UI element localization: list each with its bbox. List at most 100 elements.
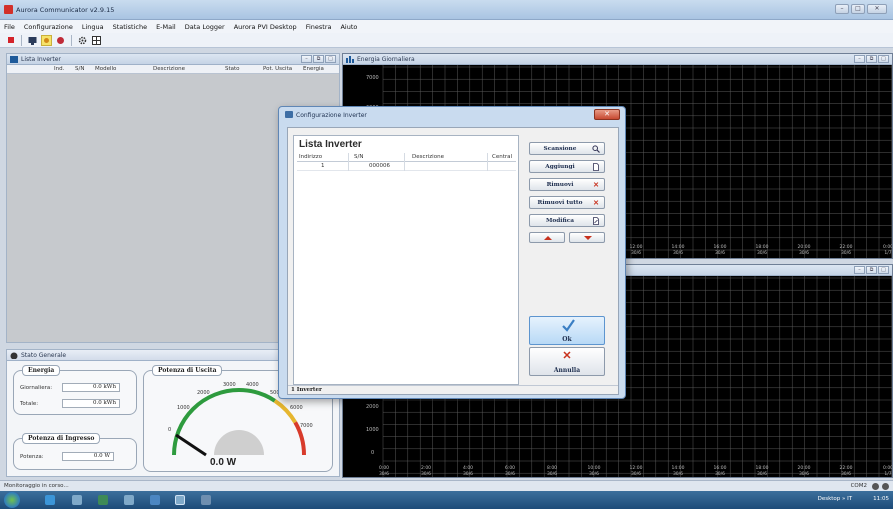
col-stato[interactable]: Stato xyxy=(225,66,240,72)
column-divider xyxy=(487,153,488,171)
panel-minimize-button[interactable]: – xyxy=(854,55,865,63)
start-button[interactable] xyxy=(4,492,20,508)
menu-finestra[interactable]: Finestra xyxy=(306,23,332,31)
monitor-button[interactable] xyxy=(27,35,38,46)
x-tick-label: 16:00 xyxy=(714,465,727,471)
energia-group-title: Energia xyxy=(22,365,61,376)
bottom-panel-controls: – ⧉ □ xyxy=(854,266,889,274)
modifica-button[interactable]: Modifica xyxy=(529,214,605,227)
menu-statistiche[interactable]: Statistiche xyxy=(113,23,147,31)
window-title: Aurora Communicator v2.9.15 xyxy=(16,6,115,14)
rimuovi-tutto-button[interactable]: Rimuovi tutto ✕ xyxy=(529,196,605,209)
col-indirizzo[interactable]: Indirizzo xyxy=(299,154,322,160)
language-indicator[interactable]: IT xyxy=(847,496,852,502)
col-central[interactable]: Central xyxy=(492,154,512,160)
menu-aiuto[interactable]: Aiuto xyxy=(340,23,357,31)
dialog-title-bar: Configurazione Inverter ✕ xyxy=(279,107,625,123)
dialog-body: Lista Inverter Indirizzo S/N Descrizione… xyxy=(287,127,619,395)
x-subtick-label: 30/6 xyxy=(379,471,389,477)
grid-icon xyxy=(92,35,101,45)
panel-maximize-button[interactable]: □ xyxy=(878,266,889,274)
x-tick-label: 14:00 xyxy=(672,244,685,250)
x-tick-label: 12:00 xyxy=(630,465,643,471)
move-up-button[interactable] xyxy=(529,232,565,243)
col-descrizione[interactable]: Descrizione xyxy=(153,66,185,72)
cell-indirizzo: 1 xyxy=(321,163,325,169)
x-tick-label: 18:00 xyxy=(756,465,769,471)
potenza-ingresso-field: 0.0 W xyxy=(62,452,114,461)
app-icon[interactable] xyxy=(150,495,160,505)
panel-restore-button[interactable]: ⧉ xyxy=(313,55,324,63)
y-tick-label: 2000 xyxy=(366,404,379,410)
scansione-button[interactable]: Scansione xyxy=(529,142,605,155)
ok-button[interactable]: Ok xyxy=(529,316,605,345)
dialog-title: Configurazione Inverter xyxy=(296,112,367,119)
menu-email[interactable]: E-Mail xyxy=(156,23,176,31)
window-controls: – □ ✕ xyxy=(835,4,887,14)
col-pot-uscita[interactable]: Pot. Uscita xyxy=(263,66,292,72)
col-energia[interactable]: Energia xyxy=(303,66,324,72)
app-icon[interactable] xyxy=(98,495,108,505)
totale-label: Totale: xyxy=(20,401,39,407)
x-subtick-label: 30/6 xyxy=(589,471,599,477)
grid-button[interactable] xyxy=(91,35,102,46)
menu-lingua[interactable]: Lingua xyxy=(82,23,104,31)
rimuovi-button[interactable]: Rimuovi ✕ xyxy=(529,178,605,191)
panel-minimize-button[interactable]: – xyxy=(301,55,312,63)
potenza-ingresso-title: Potenza di Ingresso xyxy=(22,433,101,444)
move-down-button[interactable] xyxy=(569,232,605,243)
potenza-ingresso-label: Potenza: xyxy=(20,454,44,460)
panel-maximize-button[interactable]: □ xyxy=(325,55,336,63)
config-button[interactable] xyxy=(41,34,52,46)
checkmark-icon xyxy=(562,319,575,332)
x-subtick-label: 30/6 xyxy=(757,471,767,477)
close-button[interactable]: ✕ xyxy=(867,4,887,14)
explorer-icon[interactable] xyxy=(72,495,82,505)
menu-aurora-pvi-desktop[interactable]: Aurora PVI Desktop xyxy=(234,23,297,31)
configurazione-inverter-dialog: Configurazione Inverter ✕ Lista Inverter… xyxy=(278,106,626,399)
giornaliera-field: 0.0 kWh xyxy=(62,383,120,392)
desktop-toolbar-label[interactable]: Desktop xyxy=(818,496,841,502)
x-subtick-label: 30/6 xyxy=(547,471,557,477)
x-subtick-label: 30/6 xyxy=(673,250,683,256)
app-icon[interactable] xyxy=(124,495,134,505)
x-subtick-label: 30/6 xyxy=(463,471,473,477)
annulla-button[interactable]: ✕ Annulla xyxy=(529,347,605,376)
dialog-button-panel: Scansione Aggiungi Rimuovi ✕ Rimuovi tut… xyxy=(525,130,614,376)
inverter-count: 1 Inverter xyxy=(288,385,618,395)
menu-file[interactable]: File xyxy=(4,23,15,31)
col-sn[interactable]: S/N xyxy=(354,154,363,160)
x-subtick-label: 30/6 xyxy=(841,471,851,477)
aurora-taskbar-icon[interactable] xyxy=(175,495,185,505)
menu-configurazione[interactable]: Configurazione xyxy=(24,23,73,31)
lista-column-header: Ind. S/N Modello Descrizione Stato Pot. … xyxy=(7,65,339,74)
remove-icon: ✕ xyxy=(593,180,599,189)
col-descrizione[interactable]: Descrizione xyxy=(412,154,444,160)
ie-icon[interactable] xyxy=(45,495,55,505)
inverter-list-icon xyxy=(10,56,18,63)
panel-maximize-button[interactable]: □ xyxy=(878,55,889,63)
record-button[interactable] xyxy=(55,35,66,46)
maximize-button[interactable]: □ xyxy=(851,4,865,14)
panel-minimize-button[interactable]: – xyxy=(854,266,865,274)
menu-data-logger[interactable]: Data Logger xyxy=(185,23,225,31)
col-sn[interactable]: S/N xyxy=(75,66,84,72)
x-subtick-label: 30/6 xyxy=(631,250,641,256)
modifica-label: Modifica xyxy=(545,218,575,224)
table-row[interactable]: 1 000006 xyxy=(297,162,516,171)
panel-restore-button[interactable]: ⧉ xyxy=(866,55,877,63)
energia-panel-controls: – ⧉ □ xyxy=(854,55,889,63)
clock[interactable]: 11:05 xyxy=(873,496,889,502)
settings-button[interactable] xyxy=(77,35,88,46)
energia-group: Energia Giornaliera: 0.0 kWh Totale: 0.0… xyxy=(13,365,137,415)
col-modello[interactable]: Modello xyxy=(95,66,116,72)
dialog-close-button[interactable]: ✕ xyxy=(594,109,620,120)
aggiungi-button[interactable]: Aggiungi xyxy=(529,160,605,173)
stop-button[interactable] xyxy=(5,35,16,46)
panel-restore-button[interactable]: ⧉ xyxy=(866,266,877,274)
aggiungi-label: Aggiungi xyxy=(545,164,575,170)
minimize-button[interactable]: – xyxy=(835,4,849,14)
col-ind[interactable]: Ind. xyxy=(54,66,64,72)
record-icon xyxy=(57,36,64,44)
app-icon[interactable] xyxy=(201,495,211,505)
